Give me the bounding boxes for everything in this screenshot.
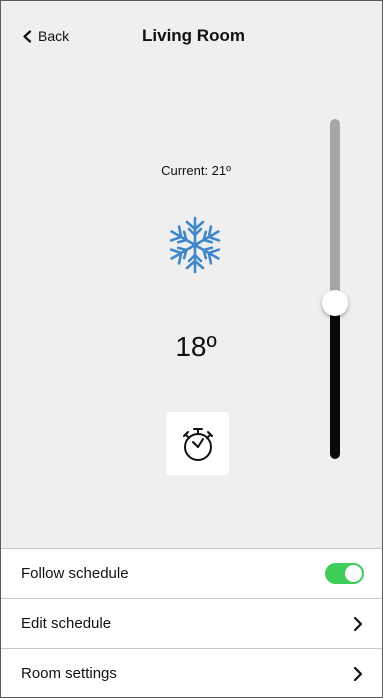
page-title: Living Room [142,26,245,45]
edit-schedule-row[interactable]: Edit schedule [1,598,382,648]
stopwatch-icon [182,427,213,461]
app-frame: Back Living Room Current: 21º 18º Follow… [0,0,383,698]
follow-schedule-toggle[interactable] [325,563,364,584]
edit-schedule-label: Edit schedule [21,615,112,632]
settings-list: Follow schedule Edit schedule Room setti… [1,548,382,697]
follow-schedule-label: Follow schedule [21,565,129,582]
timer-button[interactable] [166,412,229,475]
temperature-slider[interactable] [322,119,348,459]
room-settings-label: Room settings [21,665,117,682]
room-settings-row[interactable]: Room settings [1,648,382,697]
toggle-knob [345,565,362,582]
slider-track-lower [330,303,340,459]
follow-schedule-row[interactable]: Follow schedule [1,548,382,598]
slider-thumb[interactable] [322,290,348,316]
slider-track-upper [330,119,340,303]
snowflake-icon [166,216,224,274]
header: Back Living Room [1,1,382,75]
chevron-right-icon [353,616,363,631]
chevron-right-icon [353,666,363,681]
